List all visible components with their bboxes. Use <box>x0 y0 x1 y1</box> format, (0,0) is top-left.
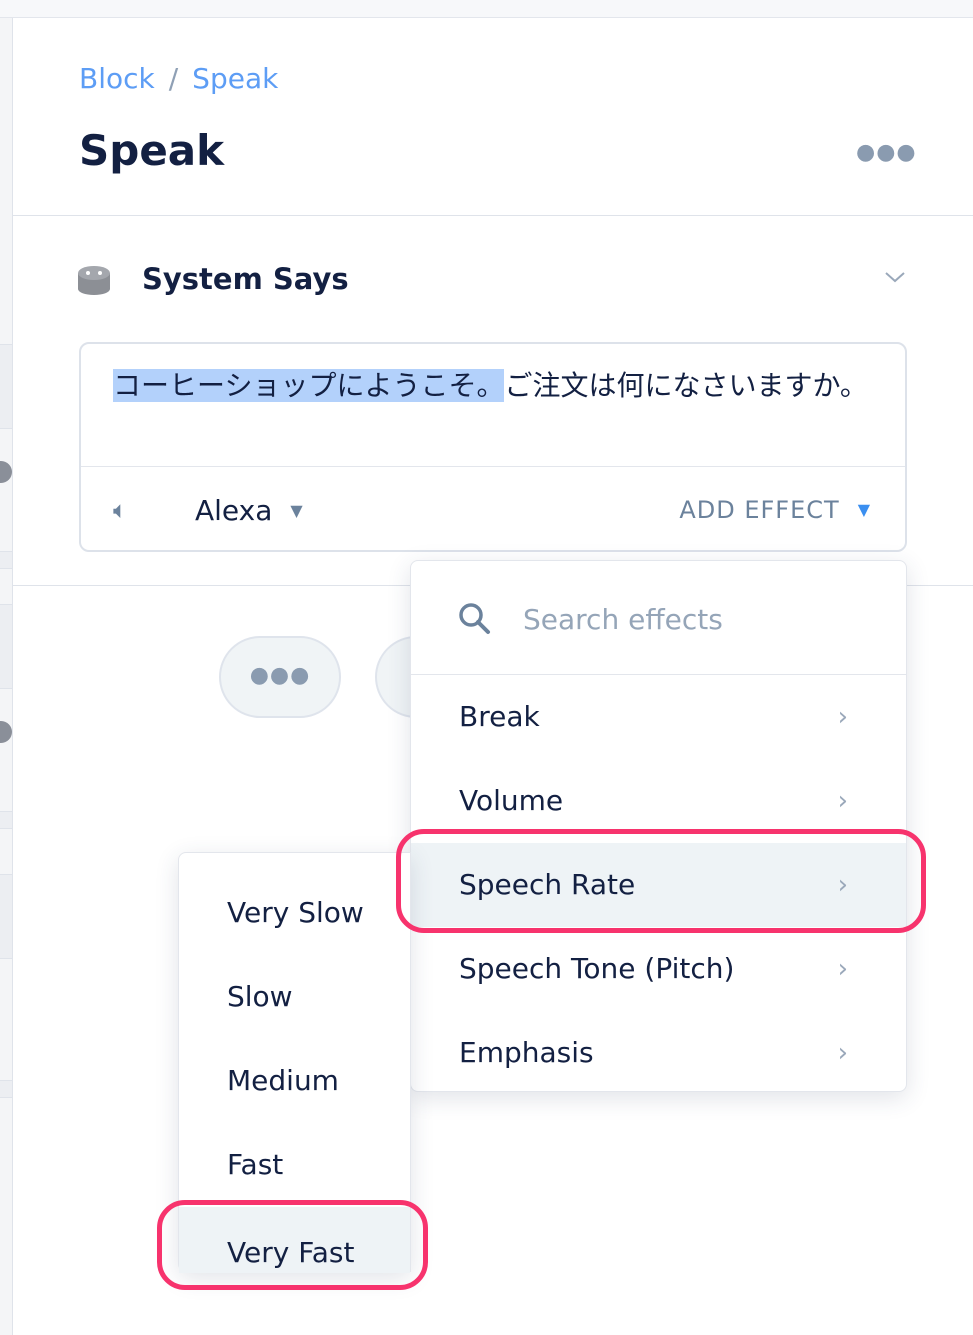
chevron-right-icon: › <box>837 954 848 984</box>
caret-down-icon: ▼ <box>290 501 303 520</box>
chevron-down-icon[interactable] <box>884 266 906 288</box>
search-effects[interactable]: Search effects <box>411 561 906 675</box>
chevron-right-icon: › <box>837 702 848 732</box>
prompt-card: コーヒーショップにようこそ。ご注文は何になさいますか。 🔈︎ Alexa ▼ AD… <box>79 342 907 552</box>
voice-label: Alexa <box>195 494 273 527</box>
item-label: Emphasis <box>459 1036 594 1069</box>
breadcrumb-separator: / <box>168 62 179 95</box>
voice-select[interactable]: Alexa ▼ <box>195 494 303 527</box>
effect-item-emphasis[interactable]: Emphasis › <box>411 1011 906 1095</box>
search-effects-input[interactable]: Search effects <box>523 603 723 636</box>
speech-rate-menu: Very Slow Slow Medium Fast Very Fast <box>178 852 411 1273</box>
canvas-block <box>0 551 12 569</box>
canvas-block <box>0 874 12 959</box>
item-label: Volume <box>459 784 564 817</box>
breadcrumb-block[interactable]: Block <box>79 62 155 95</box>
rate-item-very-slow[interactable]: Very Slow <box>179 871 410 955</box>
canvas-block <box>0 344 12 429</box>
effect-item-break[interactable]: Break › <box>411 675 906 759</box>
canvas-block <box>0 604 12 689</box>
add-effect-label: ADD EFFECT <box>679 496 840 524</box>
port-icon <box>0 721 12 743</box>
breadcrumb: Block / Speak <box>79 62 278 95</box>
speaker-icon[interactable]: 🔈︎ <box>113 496 127 524</box>
caret-down-icon: ▼ <box>857 500 871 519</box>
prompt-text-input[interactable]: コーヒーショップにようこそ。ご注文は何になさいますか。 <box>113 364 883 408</box>
port-icon <box>0 461 12 483</box>
item-label: Speech Tone (Pitch) <box>459 952 735 985</box>
item-label: Speech Rate <box>459 868 636 901</box>
selected-text: コーヒーショップにようこそ。 <box>113 369 505 402</box>
effect-item-speech-rate[interactable]: Speech Rate › <box>411 843 906 927</box>
chevron-right-icon: › <box>837 870 848 900</box>
more-options-icon[interactable]: ●●● <box>856 140 917 165</box>
chevron-right-icon: › <box>837 786 848 816</box>
canvas-block <box>0 1080 12 1098</box>
more-actions-button[interactable]: ●●● <box>219 636 341 718</box>
item-label: Break <box>459 700 540 733</box>
section-title: System Says <box>142 262 349 296</box>
effect-item-speech-tone[interactable]: Speech Tone (Pitch) › <box>411 927 906 1011</box>
effects-menu: Search effects Break › Volume › Speech Rat… <box>410 560 907 1092</box>
prompt-rest-text: ご注文は何になさいますか。 <box>504 369 868 402</box>
search-icon <box>459 603 490 634</box>
rate-item-medium[interactable]: Medium <box>179 1039 410 1123</box>
divider <box>13 215 973 216</box>
top-bar <box>0 0 973 18</box>
canvas-block <box>0 811 12 829</box>
chevron-right-icon: › <box>837 1038 848 1068</box>
rate-item-fast[interactable]: Fast <box>179 1123 410 1207</box>
echo-device-icon <box>78 266 110 295</box>
rate-item-slow[interactable]: Slow <box>179 955 410 1039</box>
effect-item-volume[interactable]: Volume › <box>411 759 906 843</box>
left-canvas-strip <box>0 18 13 1335</box>
page-title: Speak <box>79 126 225 175</box>
breadcrumb-speak[interactable]: Speak <box>192 62 278 95</box>
rate-item-very-fast[interactable]: Very Fast <box>179 1207 410 1273</box>
divider <box>81 466 905 467</box>
add-effect-button[interactable]: ADD EFFECT ▼ <box>679 496 871 524</box>
